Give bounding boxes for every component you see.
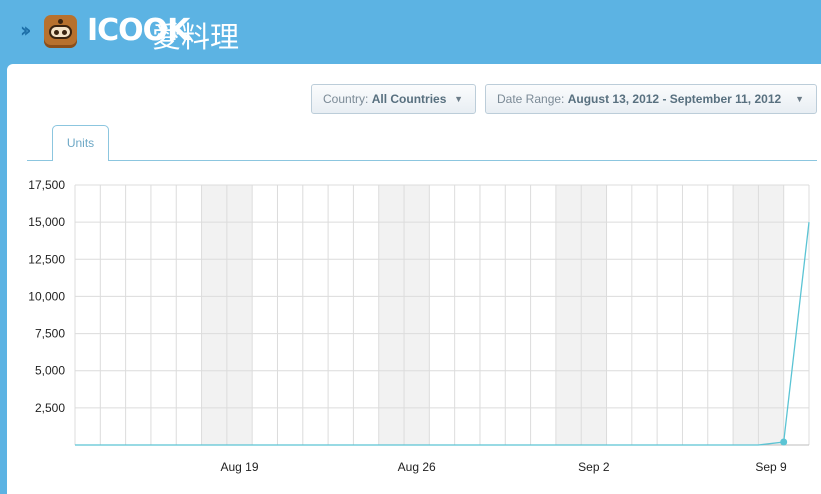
x-tick-label: Sep 2 — [578, 460, 610, 474]
y-tick-label: 5,000 — [35, 364, 65, 378]
y-tick-label: 17,500 — [28, 178, 65, 192]
y-tick-label: 10,000 — [28, 289, 65, 303]
weekend-band — [733, 185, 759, 445]
y-tick-label: 15,000 — [28, 215, 65, 229]
y-tick-label: 7,500 — [35, 327, 65, 341]
units-line-chart: 2,500 5,000 7,500 10,000 12,500 15,000 17,500 A… — [28, 178, 810, 474]
data-point — [780, 438, 788, 446]
weekend-band — [555, 185, 582, 445]
weekend-band — [201, 185, 227, 445]
x-tick-label: Aug 26 — [398, 460, 436, 474]
y-tick-label: 2,500 — [35, 401, 65, 415]
y-tick-label: 12,500 — [28, 252, 65, 266]
x-tick-label: Sep 9 — [755, 460, 787, 474]
weekend-band — [758, 185, 784, 445]
weekend-band — [404, 185, 430, 445]
weekend-band — [226, 185, 253, 445]
x-tick-label: Aug 19 — [220, 460, 258, 474]
weekend-band — [378, 185, 405, 445]
weekend-band — [581, 185, 607, 445]
